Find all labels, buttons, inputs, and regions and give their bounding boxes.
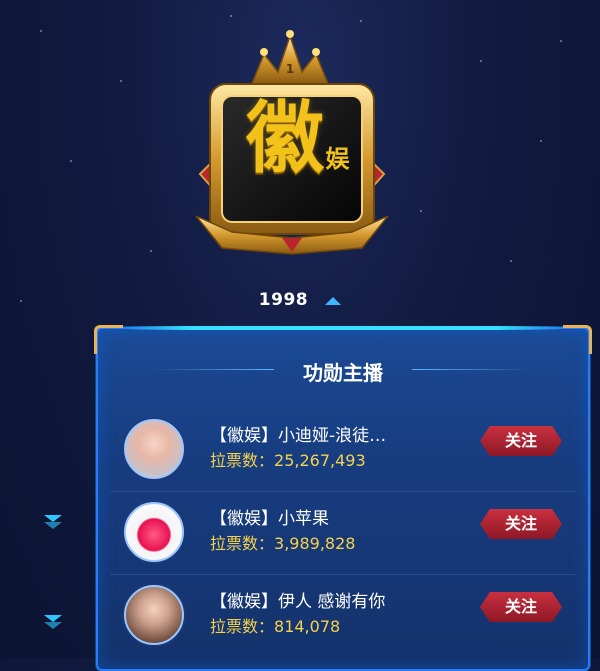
votes-value: 25,267,493 — [274, 451, 366, 470]
avatar[interactable] — [124, 502, 184, 562]
votes-value: 814,078 — [274, 617, 341, 636]
expand-down-icon[interactable] — [44, 515, 62, 533]
streamer-row: 【徽娱】伊人 感谢有你 拉票数：814,078 关注 — [110, 575, 576, 657]
fans-count: 1998 — [258, 290, 309, 310]
streamer-name[interactable]: 【徽娱】小苹果 — [210, 504, 440, 529]
merit-streamers-panel: 功勋主播 【徽娱】小迪娅-浪徒… 拉票数：25,267,493 关注 【徽娱】小… — [94, 325, 592, 671]
panel-top-glow — [124, 326, 562, 330]
follow-label: 关注 — [504, 431, 537, 450]
follow-label: 关注 — [504, 597, 537, 616]
streamer-name[interactable]: 【徽娱】伊人 感谢有你 — [210, 587, 440, 612]
streamer-row: 【徽娱】小苹果 拉票数：3,989,828 关注 — [110, 492, 576, 575]
votes-value: 3,989,828 — [274, 534, 356, 553]
rank-number: 1 — [285, 62, 295, 76]
votes-label: 拉票数： — [210, 534, 275, 553]
arrow-up-icon[interactable] — [325, 296, 342, 305]
follow-button[interactable]: 关注 — [478, 507, 564, 541]
votes-label: 拉票数： — [210, 617, 275, 636]
streamer-row: 【徽娱】小迪娅-浪徒… 拉票数：25,267,493 关注 — [110, 409, 576, 492]
panel-title: 功勋主播 — [303, 361, 383, 385]
expand-down-icon[interactable] — [44, 615, 62, 633]
follow-label: 关注 — [504, 514, 537, 533]
votes-line: 拉票数：814,078 — [210, 613, 340, 637]
follow-button[interactable]: 关注 — [478, 424, 564, 458]
follow-button[interactable]: 关注 — [478, 590, 564, 624]
title-divider — [412, 369, 532, 370]
panel-header: 功勋主播 — [98, 357, 588, 385]
votes-label: 拉票数： — [210, 451, 275, 470]
panel-corner — [94, 325, 123, 354]
fans-count-row: 1998 — [0, 290, 600, 310]
streamer-name[interactable]: 【徽娱】小迪娅-浪徒… — [210, 421, 440, 446]
badge-sub-text: 娱 — [321, 146, 350, 170]
panel-corner — [563, 325, 592, 354]
avatar[interactable] — [124, 419, 184, 479]
votes-line: 拉票数：25,267,493 — [210, 447, 366, 471]
avatar[interactable] — [124, 585, 184, 645]
votes-line: 拉票数：3,989,828 — [210, 530, 355, 554]
